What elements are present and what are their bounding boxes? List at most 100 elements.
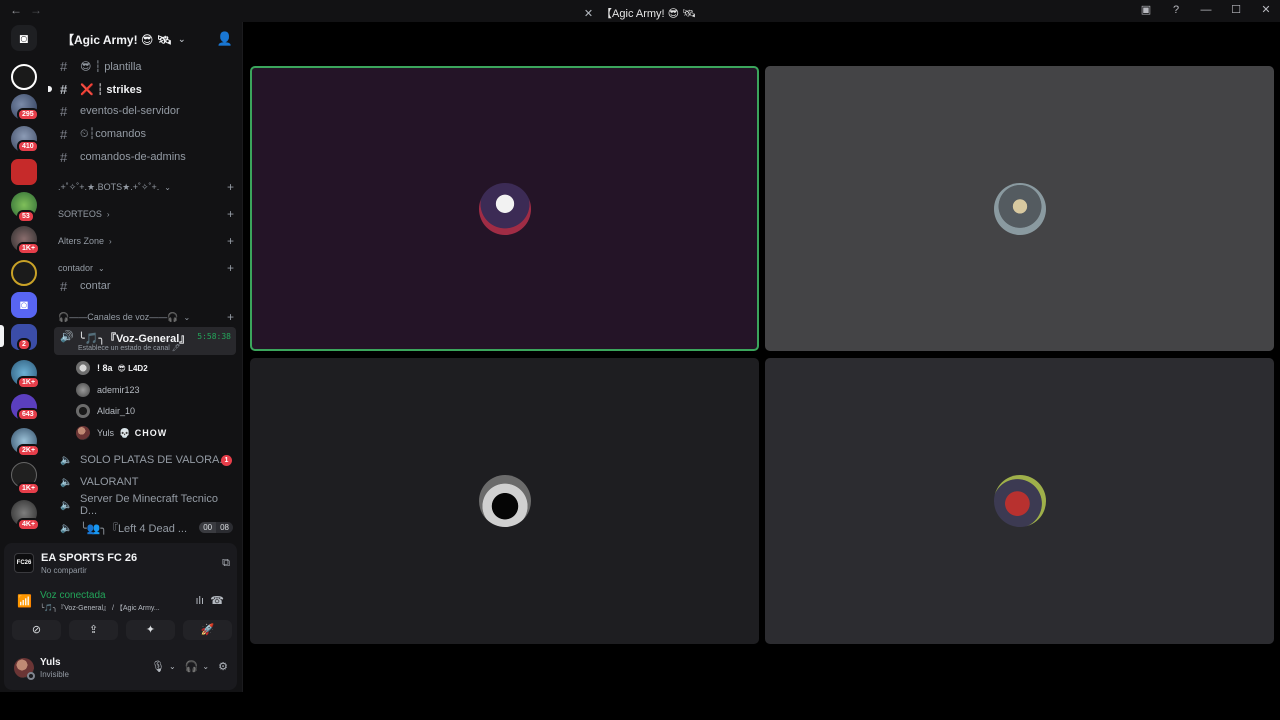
chevron-down-icon: ⌄ bbox=[183, 312, 191, 322]
voice-channel[interactable]: 🔈 Server De Minecraft Tecnico D... bbox=[54, 493, 238, 517]
channel-item[interactable]: # ⏲┆comandos bbox=[54, 124, 238, 144]
chevron-down-icon: ⌄ bbox=[164, 182, 171, 192]
chevron-down-icon: ⌄ bbox=[98, 263, 105, 273]
server-icon[interactable]: ◙ bbox=[11, 292, 37, 318]
minimize-icon[interactable]: — bbox=[1198, 4, 1214, 16]
voice-connected-label[interactable]: Voz conectada bbox=[40, 590, 106, 601]
disconnect-icon[interactable]: ☎ bbox=[210, 594, 224, 607]
guild-header[interactable]: 【Agic Army! 😎 🛰 ⌄ bbox=[48, 22, 243, 56]
chevron-right-icon: › bbox=[106, 209, 110, 219]
channel-item[interactable]: # eventos-del-servidor bbox=[54, 101, 238, 121]
voice-channel[interactable]: 🔈 VALORANT bbox=[54, 472, 238, 492]
server-icon[interactable] bbox=[11, 64, 37, 90]
server-badge: 1K+ bbox=[17, 482, 41, 495]
participant-tile[interactable] bbox=[250, 358, 759, 644]
mention-badge: 1 bbox=[221, 455, 232, 466]
voice-status-icon: ✕ bbox=[583, 8, 594, 20]
category-contador[interactable]: contador ⌄ + bbox=[58, 260, 238, 276]
chevron-down-icon[interactable]: ⌄ bbox=[169, 662, 176, 671]
participant-tile-speaking[interactable] bbox=[250, 66, 759, 351]
voice-stage bbox=[244, 22, 1280, 720]
voice-connected-channel[interactable]: ╰🎵╮『Voz-General』 / 【Agic Army... bbox=[40, 603, 160, 613]
selected-server-pill bbox=[0, 325, 4, 347]
avatar bbox=[76, 361, 90, 375]
chevron-down-icon: ⌄ bbox=[177, 33, 186, 44]
voice-channel-active[interactable]: 🔊 ╰🎵╮『Voz-General』 5:58:38 Establece un … bbox=[54, 327, 236, 355]
share-screen-button[interactable]: ⇪ bbox=[69, 620, 118, 640]
hash-icon: # bbox=[60, 103, 68, 119]
voice-user[interactable]: Aldair_10 bbox=[76, 401, 236, 421]
close-icon[interactable]: ✕ bbox=[1258, 3, 1274, 16]
voice-user[interactable]: ademir123 bbox=[76, 380, 236, 400]
chevron-down-icon[interactable]: ⌄ bbox=[202, 662, 209, 671]
microphone-icon[interactable]: 🎙 bbox=[151, 660, 165, 673]
discord-home-icon[interactable]: ◙ bbox=[11, 25, 37, 51]
gear-icon[interactable]: ⚙ bbox=[218, 660, 228, 673]
category-bots[interactable]: .+˚✧˚+.★.BOTS★.+˚✧˚+. ⌄ + bbox=[58, 179, 238, 195]
add-channel-icon[interactable]: + bbox=[227, 207, 234, 221]
voice-user[interactable]: ! 8a 😎 L4D2 bbox=[76, 358, 236, 378]
headphones-icon[interactable]: 🎧 bbox=[185, 660, 199, 673]
activities-button[interactable]: ✦ bbox=[126, 620, 175, 640]
server-badge: 2K+ bbox=[17, 444, 41, 457]
window-title: ✕ 【Agic Army! 😎 🛰 bbox=[583, 8, 697, 20]
category-sorteos[interactable]: SORTEOS › + bbox=[58, 206, 238, 222]
signal-icon[interactable]: 📶 bbox=[17, 594, 32, 608]
server-icon[interactable] bbox=[11, 260, 37, 286]
hash-icon: # bbox=[60, 149, 68, 165]
user-status: Invisible bbox=[40, 670, 69, 679]
screen-share-icon[interactable]: ⧉ bbox=[222, 557, 230, 570]
help-icon[interactable]: ? bbox=[1168, 4, 1184, 16]
user-controls: 🎙 ⌄ 🎧 ⌄ ⚙ bbox=[151, 660, 228, 673]
add-channel-icon[interactable]: + bbox=[227, 234, 234, 248]
game-status: No compartir bbox=[41, 566, 87, 575]
participant-tile[interactable] bbox=[765, 66, 1274, 351]
camera-off-button[interactable]: ⊘ bbox=[12, 620, 61, 640]
server-badge: 1K+ bbox=[17, 376, 41, 389]
speaker-icon: 🔈 bbox=[60, 522, 73, 534]
avatar bbox=[76, 404, 90, 418]
speaker-icon: 🔈 bbox=[60, 499, 73, 511]
maximize-icon[interactable]: ☐ bbox=[1228, 3, 1244, 16]
channel-item[interactable]: # ❌ ┆ strikes bbox=[48, 79, 238, 99]
server-icon[interactable] bbox=[11, 159, 37, 185]
category-alters[interactable]: Alters Zone › + bbox=[58, 233, 238, 249]
voice-connection: 📶 Voz conectada ╰🎵╮『Voz-General』 / 【Agic… bbox=[12, 589, 232, 615]
server-badge: 643 bbox=[17, 408, 39, 421]
voice-channel[interactable]: 🔈 SOLO PLATAS DE VALORA... 1 bbox=[54, 450, 238, 470]
speaker-icon: 🔈 bbox=[60, 454, 73, 466]
user-bar: Yuls Invisible 🎙 ⌄ 🎧 ⌄ ⚙ bbox=[12, 655, 232, 683]
server-badge: 410 bbox=[17, 140, 39, 153]
hash-icon: # bbox=[60, 58, 68, 74]
add-channel-icon[interactable]: + bbox=[227, 180, 234, 194]
category-voz[interactable]: 🎧——Canales de voz——🎧 ⌄ + bbox=[58, 309, 238, 325]
add-channel-icon[interactable]: + bbox=[227, 261, 234, 275]
add-member-icon[interactable]: 👤 bbox=[217, 31, 233, 47]
channel-item[interactable]: # 😎 ┆ plantilla bbox=[54, 56, 238, 76]
game-icon: FC26 bbox=[14, 553, 34, 573]
hash-icon: # bbox=[60, 126, 68, 142]
set-channel-status[interactable]: Establece un estado de canal 🖊 bbox=[78, 344, 181, 352]
participant-avatar bbox=[478, 182, 531, 235]
participant-tile[interactable] bbox=[765, 358, 1274, 644]
avatar bbox=[76, 383, 90, 397]
hash-icon: # bbox=[60, 278, 68, 294]
server-badge: 295 bbox=[17, 108, 39, 121]
speaker-icon: 🔊 bbox=[60, 331, 74, 343]
voice-action-buttons: ⊘ ⇪ ✦ 🚀 bbox=[12, 620, 232, 640]
hash-icon: # bbox=[60, 81, 68, 97]
chevron-right-icon: › bbox=[109, 236, 112, 246]
soundboard-button[interactable]: 🚀 bbox=[183, 620, 232, 640]
username[interactable]: Yuls bbox=[40, 657, 61, 668]
inbox-icon[interactable]: ▣ bbox=[1138, 3, 1154, 16]
speaker-icon: 🔈 bbox=[60, 476, 73, 488]
title-bar: ← → ✕ 【Agic Army! 😎 🛰 ▣ ? — ☐ ✕ bbox=[0, 0, 1280, 22]
activity-card[interactable]: FC26 EA SPORTS FC 26 No compartir ⧉ bbox=[12, 551, 232, 579]
add-channel-icon[interactable]: + bbox=[227, 310, 234, 324]
channel-item[interactable]: # comandos-de-admins bbox=[54, 147, 238, 167]
channel-item[interactable]: # contar bbox=[54, 276, 238, 296]
noise-suppression-icon[interactable]: ılı bbox=[195, 595, 204, 607]
voice-channel[interactable]: 🔈 ╰👥╮『Left 4 Dead ... 00 08 bbox=[54, 518, 238, 538]
voice-user[interactable]: Yuls 💀 CHOW bbox=[76, 423, 236, 443]
unread-indicator bbox=[48, 86, 52, 92]
